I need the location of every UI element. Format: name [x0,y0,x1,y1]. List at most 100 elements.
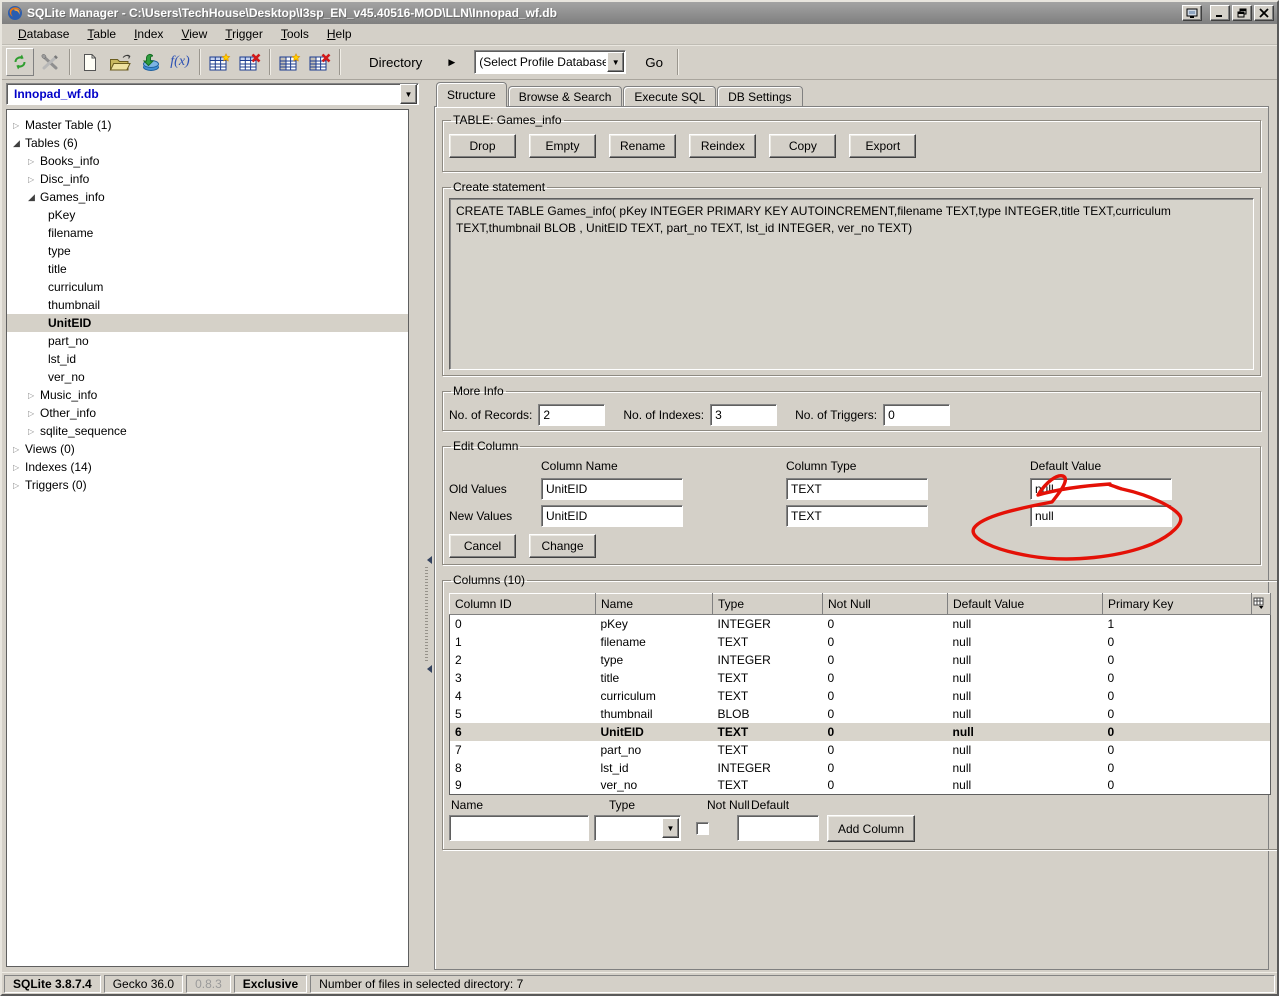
tree-item-lst-id[interactable]: lst_id [7,350,408,368]
tree-item-triggers-0[interactable]: ▷Triggers (0) [7,476,408,494]
tree-item-views-0[interactable]: ▷Views (0) [7,440,408,458]
restore-button[interactable] [1232,5,1252,21]
tree-item-other-info[interactable]: ▷Other_info [7,404,408,422]
column-header-name[interactable]: Name [596,594,713,615]
settings-button[interactable] [36,48,64,76]
collapsed-twisty-icon[interactable]: ▷ [13,463,25,472]
menu-database[interactable]: Database [10,25,77,43]
rename-button[interactable]: Rename [609,134,676,158]
dropdown-arrow-icon[interactable]: ▼ [662,818,679,838]
tree-item-uniteid[interactable]: UnitEID [7,314,408,332]
drop-view-button[interactable] [306,48,334,76]
columns-table-row-title[interactable]: 3titleTEXT0null0 [450,669,1271,687]
open-database-button[interactable] [106,48,134,76]
tree-item-games-info[interactable]: ◢Games_info [7,188,408,206]
new-default-value-field[interactable]: null [1030,505,1172,527]
add-default-input[interactable] [737,815,819,841]
tree-item-sqlite-sequence[interactable]: ▷sqlite_sequence [7,422,408,440]
splitter-grippy-icon[interactable] [425,567,428,662]
create-statement-text[interactable]: CREATE TABLE Games_info( pKey INTEGER PR… [449,198,1254,370]
columns-table-row-filename[interactable]: 1filenameTEXT0null0 [450,633,1271,651]
export-button[interactable]: Export [849,134,916,158]
triggers-field[interactable]: 0 [883,404,950,426]
menu-view[interactable]: View [173,25,215,43]
expanded-twisty-icon[interactable]: ◢ [28,192,40,203]
refresh-button[interactable] [6,48,34,76]
add-name-input[interactable] [449,815,589,841]
collapsed-twisty-icon[interactable]: ▷ [13,445,25,454]
tree-item-ver-no[interactable]: ver_no [7,368,408,386]
tree-item-tables-6[interactable]: ◢Tables (6) [7,134,408,152]
columns-table-row-thumbnail[interactable]: 5thumbnailBLOB0null0 [450,705,1271,723]
menu-help[interactable]: Help [319,25,360,43]
directory-menu-button[interactable]: Directory ▶ [360,51,464,74]
tree-item-disc-info[interactable]: ▷Disc_info [7,170,408,188]
cancel-button[interactable]: Cancel [449,534,516,558]
tree-item-books-info[interactable]: ▷Books_info [7,152,408,170]
collapsed-twisty-icon[interactable]: ▷ [28,157,40,166]
add-column-button[interactable]: Add Column [827,815,915,842]
column-header-column-id[interactable]: Column ID [450,594,596,615]
indexes-field[interactable]: 3 [710,404,777,426]
empty-button[interactable]: Empty [529,134,596,158]
columns-table-row-UnitEID[interactable]: 6UnitEIDTEXT0null0 [450,723,1271,741]
column-header-default-value[interactable]: Default Value [948,594,1103,615]
old-default-value-field[interactable]: null [1030,478,1172,500]
columns-table-row-curriculum[interactable]: 4curriculumTEXT0null0 [450,687,1271,705]
tab-structure[interactable]: Structure [436,82,507,107]
tab-execute-sql[interactable]: Execute SQL [623,86,716,107]
tree-item-filename[interactable]: filename [7,224,408,242]
columns-table-row-type[interactable]: 2typeINTEGER0null0 [450,651,1271,669]
collapsed-twisty-icon[interactable]: ▷ [13,481,25,490]
drop-table-button[interactable] [236,48,264,76]
add-type-select[interactable]: ▼ [594,815,681,841]
profile-database-select[interactable]: (Select Profile Database) ▼ [474,50,626,74]
database-select[interactable]: Innopad_wf.db ▼ [6,83,419,105]
columns-table-row-lst_id[interactable]: 8lst_idINTEGER0null0 [450,759,1271,777]
panel-splitter[interactable] [420,80,434,972]
columns-table-row-ver_no[interactable]: 9ver_noTEXT0null0 [450,777,1271,795]
tree-item-part-no[interactable]: part_no [7,332,408,350]
function-button[interactable]: f(x) [166,48,194,76]
tab-browse-search[interactable]: Browse & Search [508,86,623,107]
minimize-button[interactable] [1210,5,1230,21]
dropdown-arrow-icon[interactable]: ▼ [400,84,417,104]
tab-db-settings[interactable]: DB Settings [717,86,802,107]
menu-tools[interactable]: Tools [273,25,317,43]
collapsed-twisty-icon[interactable]: ▷ [28,391,40,400]
columns-table-row-part_no[interactable]: 7part_noTEXT0null0 [450,741,1271,759]
screen-button[interactable] [1182,5,1202,21]
menu-index[interactable]: Index [126,25,171,43]
menu-table[interactable]: Table [79,25,124,43]
title-bar[interactable]: SQLite Manager - C:\Users\TechHouse\Desk… [2,2,1277,24]
menu-trigger[interactable]: Trigger [217,25,271,43]
collapsed-twisty-icon[interactable]: ▷ [28,409,40,418]
column-header-primary-key[interactable]: Primary Key [1103,594,1252,615]
close-button[interactable] [1254,5,1274,21]
old-column-type-field[interactable]: TEXT [786,478,928,500]
column-picker-button[interactable] [1252,594,1271,615]
add-notnull-checkbox[interactable] [696,822,709,835]
collapsed-twisty-icon[interactable]: ▷ [28,175,40,184]
old-column-name-field[interactable]: UnitEID [541,478,683,500]
reindex-button[interactable]: Reindex [689,134,756,158]
tree-item-title[interactable]: title [7,260,408,278]
tree-item-master-table-1[interactable]: ▷Master Table (1) [7,116,408,134]
tree-item-curriculum[interactable]: curriculum [7,278,408,296]
new-column-name-field[interactable]: UnitEID [541,505,683,527]
new-database-button[interactable] [76,48,104,76]
create-view-button[interactable] [276,48,304,76]
tree-item-type[interactable]: type [7,242,408,260]
collapsed-twisty-icon[interactable]: ▷ [13,121,25,130]
columns-table-row-pKey[interactable]: 0pKeyINTEGER0null1 [450,615,1271,633]
expanded-twisty-icon[interactable]: ◢ [13,138,25,149]
tree-item-thumbnail[interactable]: thumbnail [7,296,408,314]
collapsed-twisty-icon[interactable]: ▷ [28,427,40,436]
tree-item-music-info[interactable]: ▷Music_info [7,386,408,404]
change-button[interactable]: Change [529,534,596,558]
go-button[interactable]: Go [636,51,672,74]
column-header-type[interactable]: Type [713,594,823,615]
tree-item-pkey[interactable]: pKey [7,206,408,224]
create-table-button[interactable] [206,48,234,76]
records-field[interactable]: 2 [538,404,605,426]
